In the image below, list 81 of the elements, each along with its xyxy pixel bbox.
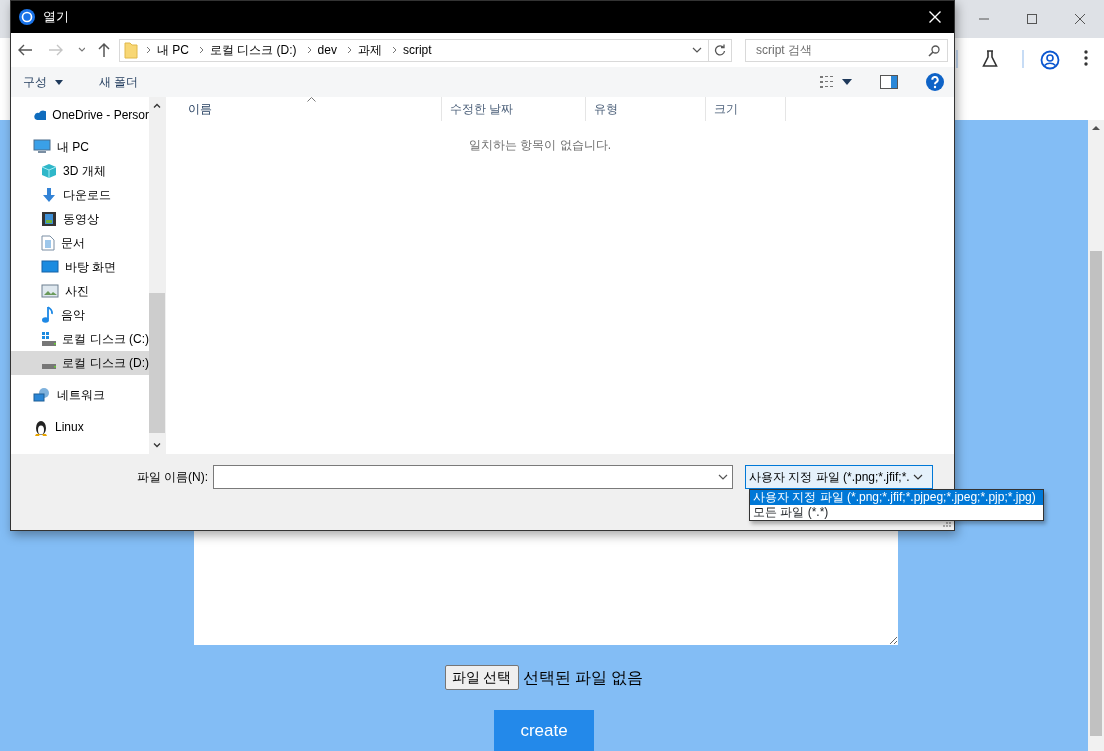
film-icon <box>41 211 57 227</box>
nav-item[interactable]: 사진 <box>11 279 149 303</box>
column-header[interactable]: 이름 <box>180 97 442 121</box>
breadcrumb[interactable]: 내 PC <box>150 41 195 59</box>
column-header[interactable]: 유형 <box>586 97 706 121</box>
profile-icon[interactable] <box>1040 50 1060 70</box>
nav-item[interactable]: 동영상 <box>11 207 149 231</box>
search-icon[interactable] <box>928 44 940 57</box>
up-arrow-icon[interactable] <box>97 42 111 58</box>
music-note-icon <box>41 306 55 324</box>
dropdown-option[interactable]: 사용자 지정 파일 (*.png;*.jfif;*.pjpeg;*.jpeg;*.pjp;*.jpg) <box>750 490 1043 505</box>
scrollbar[interactable] <box>1088 120 1104 751</box>
empty-message: 일치하는 항목이 없습니다. <box>468 137 612 154</box>
nav-item[interactable]: 내 PC <box>11 135 149 159</box>
penguin-icon <box>33 418 49 436</box>
divider <box>1022 50 1024 68</box>
nav-item[interactable]: OneDrive - Persor <box>11 103 149 127</box>
drive-icon <box>41 331 57 347</box>
refresh-button[interactable] <box>707 38 732 62</box>
chevron-down-icon[interactable] <box>912 474 923 480</box>
drive-icon <box>41 364 57 370</box>
file-status: 선택된 파일 없음 <box>522 667 644 688</box>
new-folder-button[interactable]: 새 폴더 <box>95 71 143 93</box>
view-icon[interactable] <box>820 75 834 89</box>
folder-icon <box>123 41 138 59</box>
breadcrumb[interactable]: 과제 <box>351 41 388 59</box>
nav-item[interactable]: 바탕 화면 <box>11 255 149 279</box>
field-label: 파일 이름(N): <box>135 469 209 486</box>
divider <box>956 50 958 68</box>
nav-item[interactable]: 3D 개체 <box>11 159 149 183</box>
menu-icon[interactable] <box>1084 50 1088 66</box>
help-icon[interactable] <box>926 73 944 91</box>
breadcrumb[interactable]: dev <box>311 41 343 59</box>
computer-icon <box>33 139 51 155</box>
scrollbar[interactable] <box>149 97 165 454</box>
chevron-icon <box>145 46 151 54</box>
chevron-icon <box>391 46 397 54</box>
chevron-down-icon[interactable] <box>691 47 702 53</box>
nav-item[interactable]: 로컬 디스크 (D:) <box>11 351 149 375</box>
scroll-down-icon[interactable] <box>153 443 161 448</box>
search-field[interactable]: script 검색 <box>745 38 948 62</box>
scroll-up-icon[interactable] <box>153 103 161 108</box>
sort-caret-icon <box>306 97 316 102</box>
choose-file-button[interactable]: 파일 선택 <box>444 665 519 691</box>
file-name-field[interactable] <box>213 465 733 489</box>
caret-icon[interactable] <box>842 79 852 85</box>
flask-icon[interactable] <box>982 50 998 68</box>
back-icon[interactable] <box>17 43 33 57</box>
chevron-icon <box>306 46 312 54</box>
breadcrumb[interactable]: script <box>396 41 438 59</box>
column-header[interactable]: 크기 <box>706 97 786 121</box>
breadcrumb[interactable]: 로컬 디스크 (D:) <box>203 41 303 59</box>
picture-icon <box>41 284 59 298</box>
address-bar[interactable]: 내 PC 로컬 디스크 (D:) dev 과제 script <box>118 38 709 62</box>
down-arrow-icon <box>41 187 57 203</box>
maximize-icon[interactable] <box>1026 13 1038 25</box>
dropdown-option[interactable]: 모든 파일 (*.*) <box>750 505 1043 520</box>
nav-item[interactable]: 음악 <box>11 303 149 327</box>
chevron-icon <box>198 46 204 54</box>
scroll-up-icon[interactable] <box>1092 126 1100 130</box>
file-type-dropdown[interactable]: 사용자 지정 파일 (*.png;*.jfif;*. <box>745 465 933 489</box>
network-icon <box>33 387 51 403</box>
nav-item[interactable]: Linux <box>11 415 149 439</box>
chevron-down-icon[interactable] <box>718 474 728 480</box>
monitor-icon <box>41 260 59 274</box>
nav-item[interactable]: 문서 <box>11 231 149 255</box>
preview-pane-icon[interactable] <box>880 75 898 89</box>
nav-item[interactable]: 로컬 디스크 (C:) <box>11 327 149 351</box>
refresh-icon[interactable] <box>713 44 726 56</box>
column-header[interactable]: 수정한 날짜 <box>442 97 586 121</box>
document-icon <box>41 235 55 251</box>
dialog-title: 열기 <box>43 8 69 27</box>
cube-icon <box>41 163 57 179</box>
chevron-icon <box>346 46 352 54</box>
nav-item[interactable]: 네트워크 <box>11 383 149 407</box>
nav-item[interactable]: 다운로드 <box>11 183 149 207</box>
organize-menu-button[interactable]: 구성 <box>19 71 67 93</box>
caret-icon <box>55 79 63 85</box>
app-icon <box>19 9 35 25</box>
cloud-icon <box>33 109 47 121</box>
create-button[interactable]: create <box>494 710 594 751</box>
